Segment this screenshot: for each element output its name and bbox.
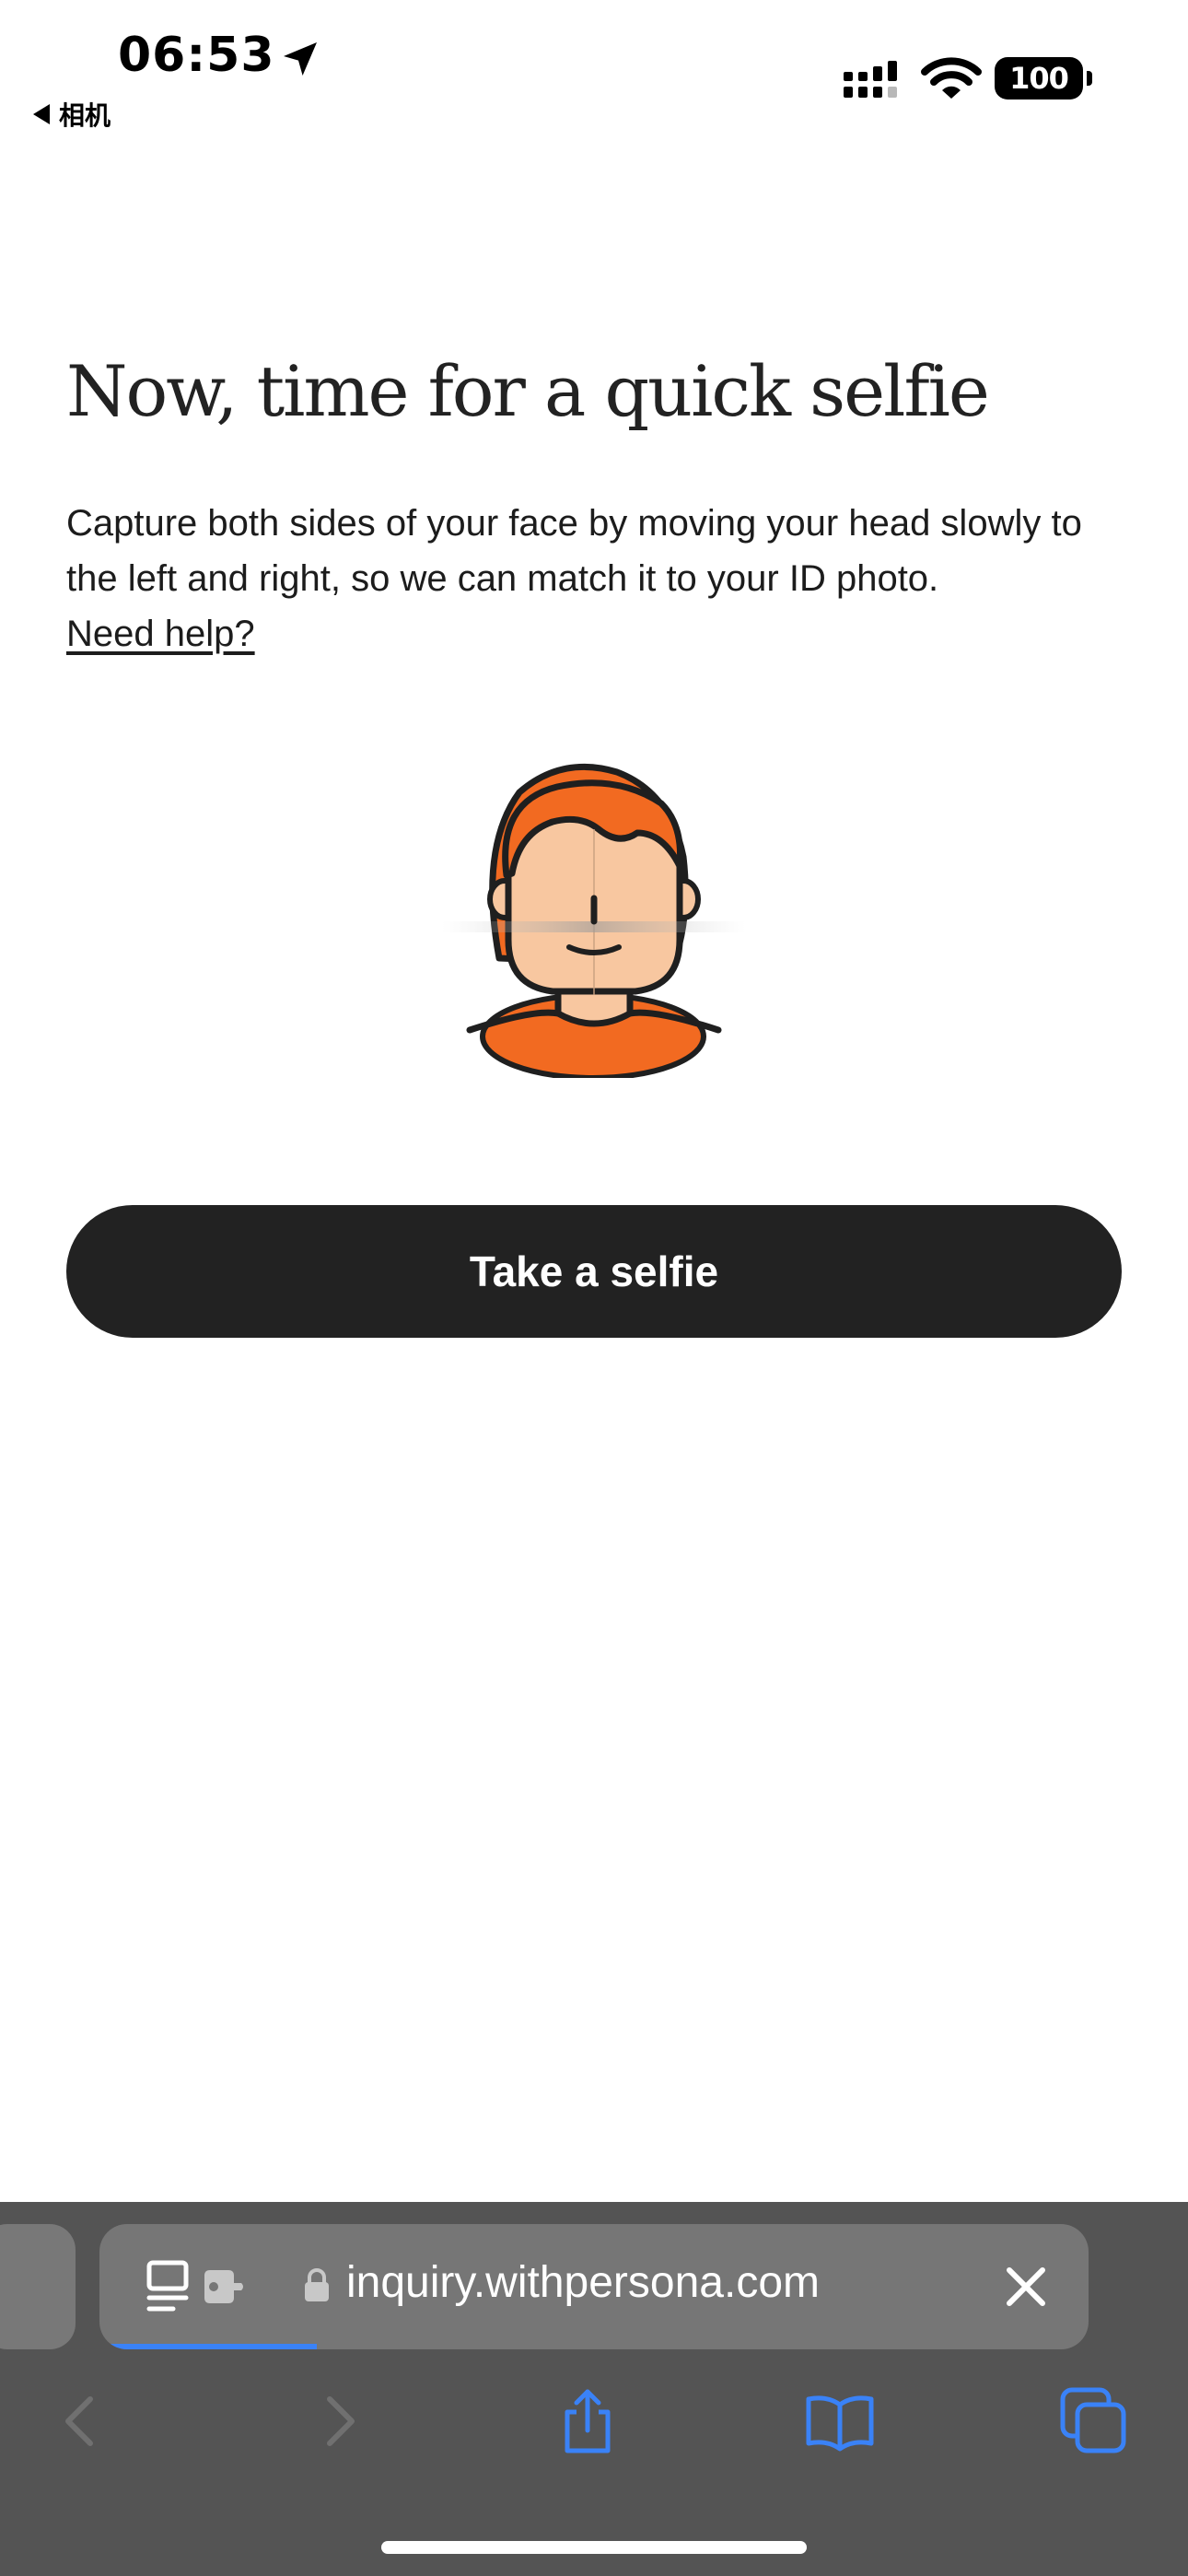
status-time: 06:53	[118, 28, 275, 83]
battery-cap	[1087, 71, 1092, 86]
share-icon[interactable]	[551, 2384, 624, 2458]
battery-icon: 100	[995, 57, 1083, 100]
location-arrow-icon	[284, 42, 317, 76]
forward-chevron-icon[interactable]	[300, 2384, 374, 2458]
address-bar[interactable]: inquiry.withpersona.com	[99, 2224, 1089, 2349]
lock-icon	[305, 2268, 329, 2301]
need-help-link[interactable]: Need help?	[66, 614, 255, 654]
bookmarks-icon[interactable]	[803, 2384, 877, 2458]
back-chevron-icon[interactable]	[46, 2384, 120, 2458]
page-title: Now, time for a quick selfie	[66, 350, 990, 432]
page-load-progress	[99, 2344, 318, 2349]
wifi-icon	[921, 57, 982, 99]
take-selfie-button[interactable]: Take a selfie	[66, 1205, 1122, 1338]
cellular-signal-icon	[844, 61, 897, 98]
back-triangle-icon	[33, 104, 50, 124]
instructions-text: Capture both sides of your face by movin…	[66, 496, 1135, 662]
page-settings-icon[interactable]	[146, 2259, 247, 2314]
home-indicator	[381, 2541, 807, 2554]
instructions-body: Capture both sides of your face by movin…	[66, 503, 1082, 599]
back-to-app-button[interactable]: 相机	[33, 96, 111, 133]
url-text[interactable]: inquiry.withpersona.com	[346, 2257, 820, 2308]
close-icon[interactable]	[1004, 2265, 1048, 2309]
person-face-illustration-icon	[442, 763, 746, 1078]
previous-tab-card[interactable]	[0, 2224, 76, 2349]
back-app-label: 相机	[59, 100, 111, 131]
tabs-icon[interactable]	[1057, 2384, 1131, 2458]
